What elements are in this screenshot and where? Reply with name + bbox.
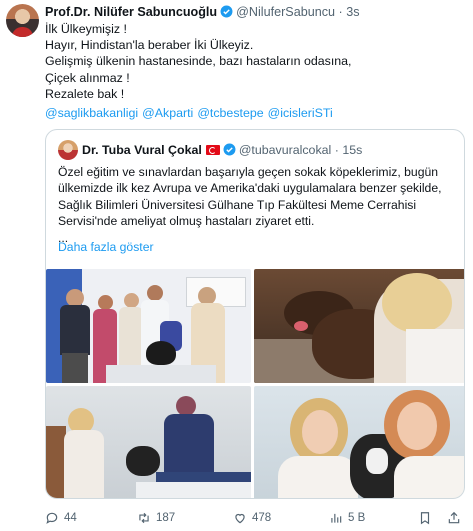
reply-icon — [46, 512, 58, 524]
tweet-line: Çiçek alınmaz ! — [45, 70, 130, 85]
mention-link[interactable]: @Akparti — [142, 106, 193, 120]
mention-link[interactable]: @saglikbakanligi — [45, 106, 138, 120]
bookmark-icon — [420, 512, 430, 525]
show-more-link[interactable]: Daha fazla göster — [58, 240, 154, 254]
retweet-icon — [139, 512, 149, 524]
quote-line: Sağlık Bilimleri Üniversitesi Gülhane Tı… — [58, 197, 417, 212]
group-photo[interactable] — [46, 269, 251, 383]
verified-badge-icon — [220, 5, 233, 18]
photo-grid — [46, 269, 464, 498]
views-button[interactable]: 5 B — [329, 511, 365, 525]
quote-author-name[interactable]: Dr. Tuba Vural Çokal — [82, 143, 202, 157]
mention-link[interactable]: @tcbestepe — [197, 106, 263, 120]
retweet-count: 187 — [156, 512, 176, 524]
bookmark-button[interactable] — [418, 511, 432, 525]
tweet-line: Rezalete bak ! — [45, 86, 125, 101]
share-button[interactable] — [447, 511, 461, 525]
tweet-line: İlk Ülkeymişiz ! — [45, 22, 127, 36]
separator-dot: · — [338, 5, 343, 19]
retweet-button[interactable]: 187 — [137, 511, 175, 525]
quote-author-avatar[interactable] — [58, 140, 78, 160]
dog-closeup-photo[interactable] — [254, 269, 464, 383]
quote-line: Özel eğitim ve sınavlardan başarıyla geç… — [58, 165, 439, 179]
mention-link[interactable]: @icisleriSTi — [268, 106, 333, 120]
tweet-line: Hayır, Hindistan'la beraber İki Ülkeyiz. — [45, 38, 254, 53]
action-bar: 44 187 478 5 B — [45, 511, 465, 527]
reply-button[interactable]: 44 — [45, 511, 77, 525]
separator-dot: · — [334, 143, 339, 157]
author-handle[interactable]: @NiluferSabuncu — [236, 5, 335, 19]
like-count: 478 — [252, 512, 272, 524]
tweet-text: İlk Ülkeymişiz ! Hayır, Hindistan'la ber… — [45, 21, 465, 121]
quote-author-handle[interactable]: @tubavuralcokal — [239, 143, 331, 157]
turkey-flag-icon — [205, 145, 220, 155]
author-avatar[interactable] — [6, 4, 39, 37]
heart-icon — [235, 513, 245, 524]
tweet-line: Gelişmiş ülkenin hastanesinde, bazı hast… — [45, 54, 352, 69]
quote-time[interactable]: 15s — [342, 143, 362, 157]
tweet[interactable]: Prof.Dr. Nilüfer Sabuncuoğlu @NiluferSabu… — [0, 0, 473, 531]
patient-bed-photo[interactable] — [46, 386, 251, 498]
views-chart-icon — [331, 513, 342, 523]
quote-text: Özel eğitim ve sınavlardan başarıyla geç… — [58, 164, 458, 246]
tweet-header: Prof.Dr. Nilüfer Sabuncuoğlu @NiluferSabu… — [45, 5, 360, 20]
quote-line: Servisi'nde ameliyat olmuş hastaları ziy… — [58, 214, 315, 229]
verified-badge-icon — [223, 143, 236, 156]
quote-line: ülkemizde ilk kez Avrupa ve Amerika'daki… — [58, 181, 442, 196]
reply-count: 44 — [64, 512, 77, 524]
like-button[interactable]: 478 — [233, 511, 271, 525]
views-count: 5 B — [348, 512, 366, 524]
share-icon — [448, 511, 460, 524]
author-name[interactable]: Prof.Dr. Nilüfer Sabuncuoğlu — [45, 5, 217, 19]
selfie-photo[interactable] — [254, 386, 464, 498]
tweet-time[interactable]: 3s — [346, 5, 359, 19]
quoted-tweet[interactable]: Dr. Tuba Vural Çokal @tubavuralcokal · 15… — [45, 129, 465, 499]
quote-header: Dr. Tuba Vural Çokal @tubavuralcokal · 15… — [58, 140, 362, 160]
mentions: @saglikbakanligi @Akparti @tcbestepe @icisl… — [45, 105, 465, 121]
